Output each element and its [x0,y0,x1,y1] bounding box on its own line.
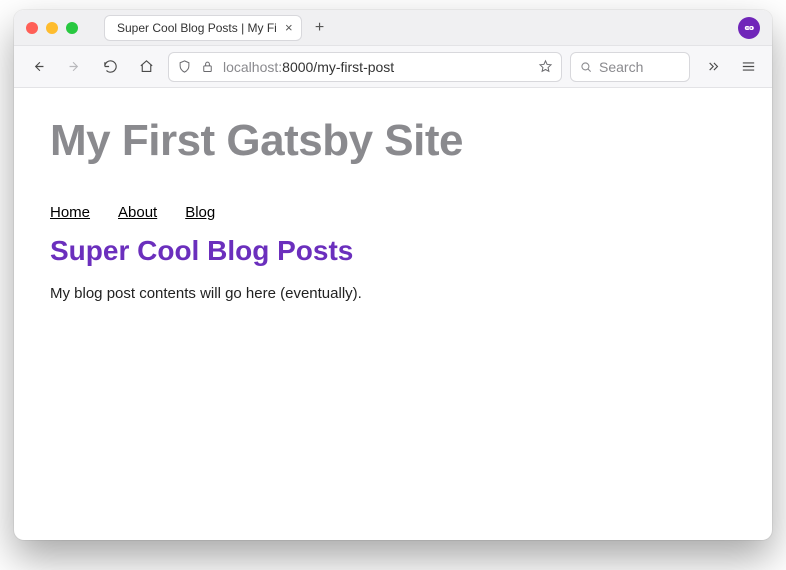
tab-strip: Super Cool Blog Posts | My First Gat × + [104,15,730,41]
url-text: localhost:8000/my-first-post [223,59,530,75]
home-icon [138,58,155,75]
forward-button[interactable] [60,53,88,81]
minimize-window-button[interactable] [46,22,58,34]
site-title: My First Gatsby Site [50,116,736,166]
home-button[interactable] [132,53,160,81]
chevrons-right-icon [704,58,721,75]
address-bar[interactable]: localhost:8000/my-first-post [168,52,562,82]
search-box[interactable]: Search [570,52,690,82]
back-button[interactable] [24,53,52,81]
url-path: 8000/my-first-post [282,59,394,75]
page-content: My First Gatsby Site Home About Blog Sup… [14,88,772,540]
reload-icon [102,58,119,75]
nav-links: Home About Blog [50,204,736,221]
browser-tab-active[interactable]: Super Cool Blog Posts | My First Gat × [104,15,302,41]
titlebar: Super Cool Blog Posts | My First Gat × + [14,10,772,46]
nav-link-about[interactable]: About [118,204,157,221]
overflow-button[interactable] [698,53,726,81]
window-controls [26,22,78,34]
reload-button[interactable] [96,53,124,81]
nav-link-blog[interactable]: Blog [185,204,215,221]
tab-title: Super Cool Blog Posts | My First Gat [117,21,277,35]
browser-window: Super Cool Blog Posts | My First Gat × + [14,10,772,540]
gatsby-extension-icon[interactable] [738,17,760,39]
close-window-button[interactable] [26,22,38,34]
arrow-left-icon [30,58,47,75]
post-title: Super Cool Blog Posts [50,235,736,267]
search-icon [579,60,593,74]
maximize-window-button[interactable] [66,22,78,34]
new-tab-button[interactable]: + [308,16,332,40]
url-host: localhost: [223,59,282,75]
plus-icon: + [315,19,324,37]
arrow-right-icon [66,58,83,75]
shield-icon[interactable] [177,59,192,74]
bookmark-star-icon[interactable] [538,59,553,74]
menu-icon [740,58,757,75]
search-placeholder: Search [599,59,643,75]
hamburger-menu-button[interactable] [734,53,762,81]
toolbar: localhost:8000/my-first-post Search [14,46,772,88]
post-body: My blog post contents will go here (even… [50,285,736,302]
close-tab-icon[interactable]: × [285,21,293,34]
infinity-icon [742,21,756,35]
lock-icon[interactable] [200,59,215,74]
nav-link-home[interactable]: Home [50,204,90,221]
